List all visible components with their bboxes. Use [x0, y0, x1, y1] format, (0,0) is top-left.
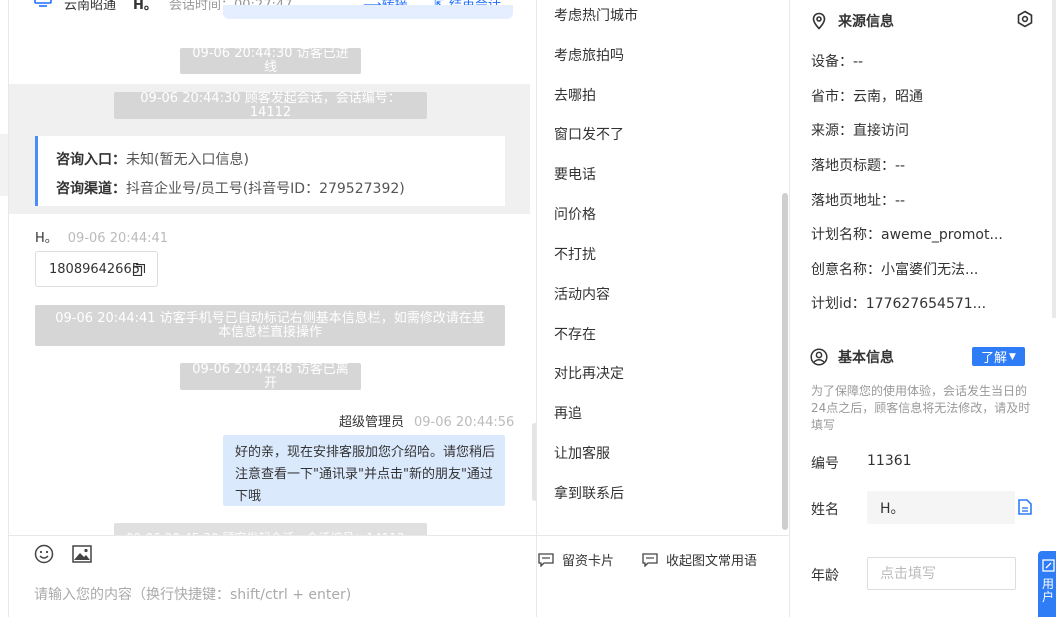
quick-reply-list: 考虑热门城市 考虑旅拍吗 去哪拍 窗口发不了 要电话 问价格 不打扰 活动内容 …: [537, 0, 782, 536]
location-pin-icon: [812, 12, 826, 30]
consult-info-card: 咨询入口：未知(暂无入口信息) 咨询渠道：抖音企业号/员工号(抖音号ID：279…: [35, 136, 505, 206]
id-value: 11361: [867, 453, 912, 469]
collapse-phrases-label: 收起图文常用语: [666, 554, 758, 569]
quick-reply-item[interactable]: 窗口发不了: [554, 124, 624, 144]
consult-channel-label: 咨询渠道：: [56, 181, 126, 197]
agent-sender: 超级管理员 09-06 20:44:56: [339, 411, 514, 430]
consult-entry-value: 未知(暂无入口信息): [126, 152, 249, 168]
system-message: 09-06 20:44:41 访客手机号已自动标记右侧基本信息栏，如需修改请在基…: [35, 305, 505, 346]
creative-name-field: 创意名称：小富婆们无法...: [811, 262, 979, 278]
basic-info-title: 基本信息: [810, 347, 894, 367]
system-message: 09-06 20:44:30 访客已进线: [180, 47, 361, 75]
user-side-tab[interactable]: 用户: [1038, 551, 1056, 617]
quick-reply-item[interactable]: 活动内容: [554, 284, 610, 304]
source-info-title-text: 来源信息: [838, 14, 894, 30]
edit-tip: 为了保障您的使用体验，会话发生当日的24点之后，顾客信息将无法修改，请及时填写: [811, 384, 1031, 432]
source-field: 来源：直接访问: [811, 123, 909, 139]
visitor-city: 云南昭通: [64, 0, 117, 13]
message-input[interactable]: [34, 584, 514, 606]
lead-card-label: 留资卡片: [562, 554, 615, 569]
age-label: 年龄: [811, 568, 839, 584]
session-header: 云南昭通 H。 会话时间：00:27:47 ⟶转接 ⇱ 结束会话: [9, 0, 536, 19]
composer: [9, 535, 536, 617]
user-circle-icon: [810, 348, 828, 366]
consult-channel-value: 抖音企业号/员工号(抖音号ID：279527392): [126, 181, 405, 197]
previous-bubble-edge: [223, 5, 513, 19]
emoji-icon[interactable]: [34, 544, 54, 564]
copy-icon[interactable]: [1018, 499, 1032, 515]
visitor-nickname: H。: [133, 0, 157, 13]
visitor-phone-message[interactable]: 18089642665: [35, 251, 158, 287]
visitor-sender: H。 09-06 20:44:41: [35, 227, 168, 246]
edit-icon: [1042, 559, 1055, 572]
quick-reply-item[interactable]: 再追: [554, 403, 582, 423]
quick-reply-toolbar: 留资卡片 收起图文常用语: [537, 535, 789, 617]
consult-entry-label: 咨询入口：: [56, 152, 126, 168]
quick-reply-item[interactable]: 让加客服: [554, 443, 610, 463]
quick-reply-item[interactable]: 对比再决定: [554, 363, 624, 383]
user-side-tab-label: 用户: [1042, 577, 1055, 604]
device-field: 设备：--: [811, 54, 864, 70]
card-icon: [538, 552, 554, 567]
phone-number: 18089642665: [49, 262, 140, 277]
learn-more-label: 了解: [981, 351, 1008, 366]
quick-reply-item[interactable]: 考虑热门城市: [554, 5, 638, 25]
sender-time: 09-06 20:44:56: [414, 415, 515, 430]
lead-card-button[interactable]: 留资卡片: [538, 550, 614, 569]
quick-reply-item[interactable]: 拿到联系后: [554, 483, 624, 503]
info-scrollbar[interactable]: [1052, 0, 1056, 318]
quick-reply-item[interactable]: 问价格: [554, 204, 596, 224]
age-input[interactable]: [867, 557, 1016, 590]
customer-info-panel: 来源信息 设备：-- 省市：云南，昭通 来源：直接访问 落地页标题：-- 落地页…: [789, 0, 1056, 617]
source-info-title: 来源信息: [810, 11, 894, 31]
monitor-icon: [34, 0, 52, 7]
name-field[interactable]: H。: [867, 491, 1015, 524]
quick-reply-item[interactable]: 不打扰: [554, 244, 596, 264]
caret-down-icon: ▼: [1009, 351, 1016, 362]
quick-reply-item[interactable]: 要电话: [554, 164, 596, 184]
plan-id-field: 计划id：177627654571...: [811, 296, 987, 312]
chat-panel: 云南昭通 H。 会话时间：00:27:47 ⟶转接 ⇱ 结束会话 09-06 2…: [8, 0, 537, 617]
quick-reply-item[interactable]: 不存在: [554, 324, 596, 344]
plan-name-field: 计划名称：aweme_promot...: [811, 227, 1003, 243]
quick-reply-item[interactable]: 考虑旅拍吗: [554, 45, 624, 65]
quick-reply-item[interactable]: 去哪拍: [554, 85, 596, 105]
landing-title-field: 落地页标题：--: [811, 158, 906, 174]
agent-message-bubble: 好的亲，现在安排客服加您介绍哈。请您稍后注意查看一下"通讯录"并点击"新的朋友"…: [223, 435, 505, 506]
system-message: 09-06 20:44:30 顾客发起会话，会话编号：14112: [114, 91, 427, 119]
image-icon[interactable]: [72, 545, 92, 563]
sender-name: H。: [35, 231, 58, 246]
quick-reply-panel: 考虑热门城市 考虑旅拍吗 去哪拍 窗口发不了 要电话 问价格 不打扰 活动内容 …: [537, 0, 789, 617]
copy-icon[interactable]: [133, 264, 145, 276]
consult-channel: 咨询渠道：抖音企业号/员工号(抖音号ID：279527392): [56, 175, 505, 204]
id-label: 编号: [811, 456, 839, 472]
landing-url-field: 落地页地址：--: [811, 193, 906, 209]
message-icon: [642, 552, 658, 567]
left-edge-strip: [0, 134, 8, 196]
system-message: 09-06 20:44:48 访客已离开: [180, 362, 361, 390]
sender-time: 09-06 20:44:41: [67, 231, 169, 246]
learn-more-button[interactable]: 了解 ▼: [972, 347, 1025, 366]
province-city-field: 省市：云南，昭通: [811, 89, 923, 105]
settings-icon[interactable]: [1016, 10, 1034, 28]
message-list[interactable]: 云南昭通 H。 会话时间：00:27:47 ⟶转接 ⇱ 结束会话 09-06 2…: [9, 0, 536, 536]
name-label: 姓名: [811, 502, 839, 518]
consult-entry: 咨询入口：未知(暂无入口信息): [56, 146, 505, 175]
sender-name: 超级管理员: [339, 415, 405, 430]
basic-info-title-text: 基本信息: [838, 350, 894, 366]
quick-reply-scrollbar[interactable]: [782, 193, 788, 530]
collapse-phrases-button[interactable]: 收起图文常用语: [642, 550, 757, 569]
